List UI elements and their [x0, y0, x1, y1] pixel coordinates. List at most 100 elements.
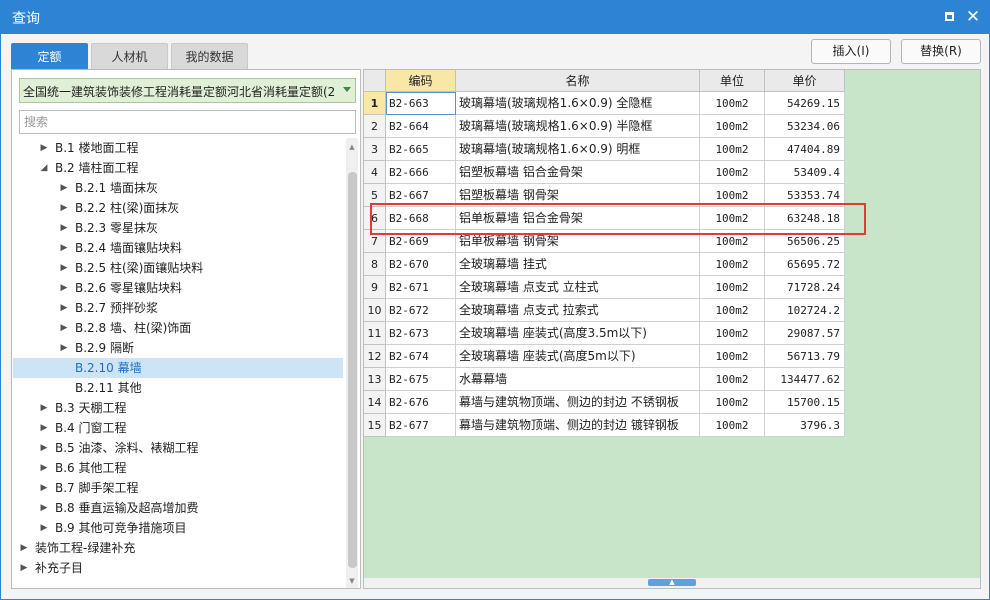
cell-code[interactable]: B2-670: [386, 253, 456, 276]
tree-item[interactable]: ▶ B.2.3 零星抹灰: [13, 218, 343, 238]
collapsed-arrow-icon[interactable]: ▶: [39, 438, 49, 458]
tree-item[interactable]: ▶ B.2.5 柱(梁)面镶贴块料: [13, 258, 343, 278]
tree-item[interactable]: ▶ B.3 天棚工程: [13, 398, 343, 418]
close-icon[interactable]: ✕: [964, 8, 982, 26]
cell-unit[interactable]: 100m2: [700, 299, 765, 322]
row-number[interactable]: 9: [364, 276, 386, 299]
tree-item[interactable]: ▶ B.9 其他可竞争措施项目: [13, 518, 343, 538]
dropdown-arrow-icon[interactable]: [343, 87, 351, 92]
cell-code[interactable]: B2-665: [386, 138, 456, 161]
cell-price[interactable]: 3796.3: [765, 414, 845, 437]
cell-name[interactable]: 幕墙与建筑物顶端、侧边的封边 镀锌钢板: [456, 414, 700, 437]
row-number[interactable]: 15: [364, 414, 386, 437]
cell-code[interactable]: B2-676: [386, 391, 456, 414]
cell-price[interactable]: 53234.06: [765, 115, 845, 138]
cell-price[interactable]: 71728.24: [765, 276, 845, 299]
collapsed-arrow-icon[interactable]: ▶: [39, 418, 49, 438]
tree-item[interactable]: ▶ B.2.6 零星镶贴块料: [13, 278, 343, 298]
cell-code[interactable]: B2-673: [386, 322, 456, 345]
cell-price[interactable]: 29087.57: [765, 322, 845, 345]
tree-item[interactable]: B.2.10 幕墙: [13, 358, 343, 378]
cell-unit[interactable]: 100m2: [700, 138, 765, 161]
collapsed-arrow-icon[interactable]: ▶: [59, 278, 69, 298]
tree-item[interactable]: ▶ B.7 脚手架工程: [13, 478, 343, 498]
cell-unit[interactable]: 100m2: [700, 161, 765, 184]
cell-unit[interactable]: 100m2: [700, 414, 765, 437]
cell-unit[interactable]: 100m2: [700, 345, 765, 368]
cell-code[interactable]: B2-677: [386, 414, 456, 437]
cell-name[interactable]: 玻璃幕墙(玻璃规格1.6×0.9) 全隐框: [456, 92, 700, 115]
tree-item[interactable]: ▶ B.2.1 墙面抹灰: [13, 178, 343, 198]
maximize-icon[interactable]: [940, 8, 958, 26]
tree-item[interactable]: ◢ B.2 墙柱面工程: [13, 158, 343, 178]
tree-item[interactable]: ▶ B.1 楼地面工程: [13, 138, 343, 158]
tree-item[interactable]: ▶ B.5 油漆、涂料、裱糊工程: [13, 438, 343, 458]
collapsed-arrow-icon[interactable]: ▶: [59, 318, 69, 338]
cell-unit[interactable]: 100m2: [700, 276, 765, 299]
scroll-down-icon[interactable]: ▼: [347, 576, 357, 586]
tree-item[interactable]: ▶ 补充子目: [13, 558, 343, 578]
tree-scrollbar[interactable]: ▲ ▼: [346, 138, 358, 588]
tree-item[interactable]: ▶ B.8 垂直运输及超高增加费: [13, 498, 343, 518]
header-unit[interactable]: 单位: [700, 70, 765, 92]
cell-unit[interactable]: 100m2: [700, 391, 765, 414]
collapsed-arrow-icon[interactable]: ▶: [59, 218, 69, 238]
tree-item[interactable]: ▶ B.2.8 墙、柱(梁)饰面: [13, 318, 343, 338]
scroll-thumb[interactable]: [348, 172, 357, 568]
hscroll-thumb[interactable]: ▲: [648, 579, 696, 586]
cell-price[interactable]: 102724.2: [765, 299, 845, 322]
cell-code[interactable]: B2-671: [386, 276, 456, 299]
row-number[interactable]: 1: [364, 92, 386, 115]
cell-name[interactable]: 全玻璃幕墙 座装式(高度5m以下): [456, 345, 700, 368]
cell-name[interactable]: 全玻璃幕墙 点支式 立柱式: [456, 276, 700, 299]
tree-item[interactable]: ▶ B.2.7 预拌砂浆: [13, 298, 343, 318]
cell-unit[interactable]: 100m2: [700, 115, 765, 138]
row-number[interactable]: 13: [364, 368, 386, 391]
collapsed-arrow-icon[interactable]: ▶: [59, 178, 69, 198]
collapsed-arrow-icon[interactable]: ▶: [59, 258, 69, 278]
cell-name[interactable]: 水幕幕墙: [456, 368, 700, 391]
cell-price[interactable]: 56713.79: [765, 345, 845, 368]
cell-price[interactable]: 65695.72: [765, 253, 845, 276]
cell-name[interactable]: 铝塑板幕墙 铝合金骨架: [456, 161, 700, 184]
collapsed-arrow-icon[interactable]: ▶: [39, 498, 49, 518]
cell-name[interactable]: 全玻璃幕墙 挂式: [456, 253, 700, 276]
tree-item[interactable]: ▶ B.2.2 柱(梁)面抹灰: [13, 198, 343, 218]
row-number[interactable]: 12: [364, 345, 386, 368]
cell-name[interactable]: 全玻璃幕墙 座装式(高度3.5m以下): [456, 322, 700, 345]
cell-price[interactable]: 134477.62: [765, 368, 845, 391]
cell-name[interactable]: 全玻璃幕墙 点支式 拉索式: [456, 299, 700, 322]
cell-code[interactable]: B2-663: [386, 92, 456, 115]
search-input[interactable]: [19, 110, 356, 134]
cell-price[interactable]: 53409.4: [765, 161, 845, 184]
collapsed-arrow-icon[interactable]: ▶: [59, 238, 69, 258]
row-number[interactable]: 10: [364, 299, 386, 322]
header-name[interactable]: 名称: [456, 70, 700, 92]
cell-price[interactable]: 54269.15: [765, 92, 845, 115]
tree-item[interactable]: ▶ B.6 其他工程: [13, 458, 343, 478]
insert-button[interactable]: 插入(I): [811, 39, 891, 64]
cell-name[interactable]: 玻璃幕墙(玻璃规格1.6×0.9) 半隐框: [456, 115, 700, 138]
quota-library-dropdown[interactable]: 全国统一建筑装饰装修工程消耗量定额河北省消耗量定额(2012): [19, 78, 356, 103]
scroll-up-icon[interactable]: ▲: [347, 142, 357, 152]
cell-unit[interactable]: 100m2: [700, 92, 765, 115]
header-code[interactable]: 编码: [386, 70, 456, 92]
cell-code[interactable]: B2-664: [386, 115, 456, 138]
row-number[interactable]: 8: [364, 253, 386, 276]
row-number[interactable]: 2: [364, 115, 386, 138]
cell-code[interactable]: B2-674: [386, 345, 456, 368]
cell-code[interactable]: B2-675: [386, 368, 456, 391]
collapsed-arrow-icon[interactable]: ▶: [59, 298, 69, 318]
row-number[interactable]: 3: [364, 138, 386, 161]
cell-unit[interactable]: 100m2: [700, 368, 765, 391]
collapsed-arrow-icon[interactable]: ▶: [39, 138, 49, 158]
cell-unit[interactable]: 100m2: [700, 322, 765, 345]
tree-item[interactable]: B.2.11 其他: [13, 378, 343, 398]
tab-labor-material-machine[interactable]: 人材机: [91, 43, 168, 69]
tab-quota[interactable]: 定额: [11, 43, 88, 69]
cell-price[interactable]: 47404.89: [765, 138, 845, 161]
expanded-arrow-icon[interactable]: ◢: [39, 158, 49, 178]
tree-item[interactable]: ▶ B.2.4 墙面镶贴块料: [13, 238, 343, 258]
tree-item[interactable]: ▶ B.4 门窗工程: [13, 418, 343, 438]
cell-price[interactable]: 15700.15: [765, 391, 845, 414]
